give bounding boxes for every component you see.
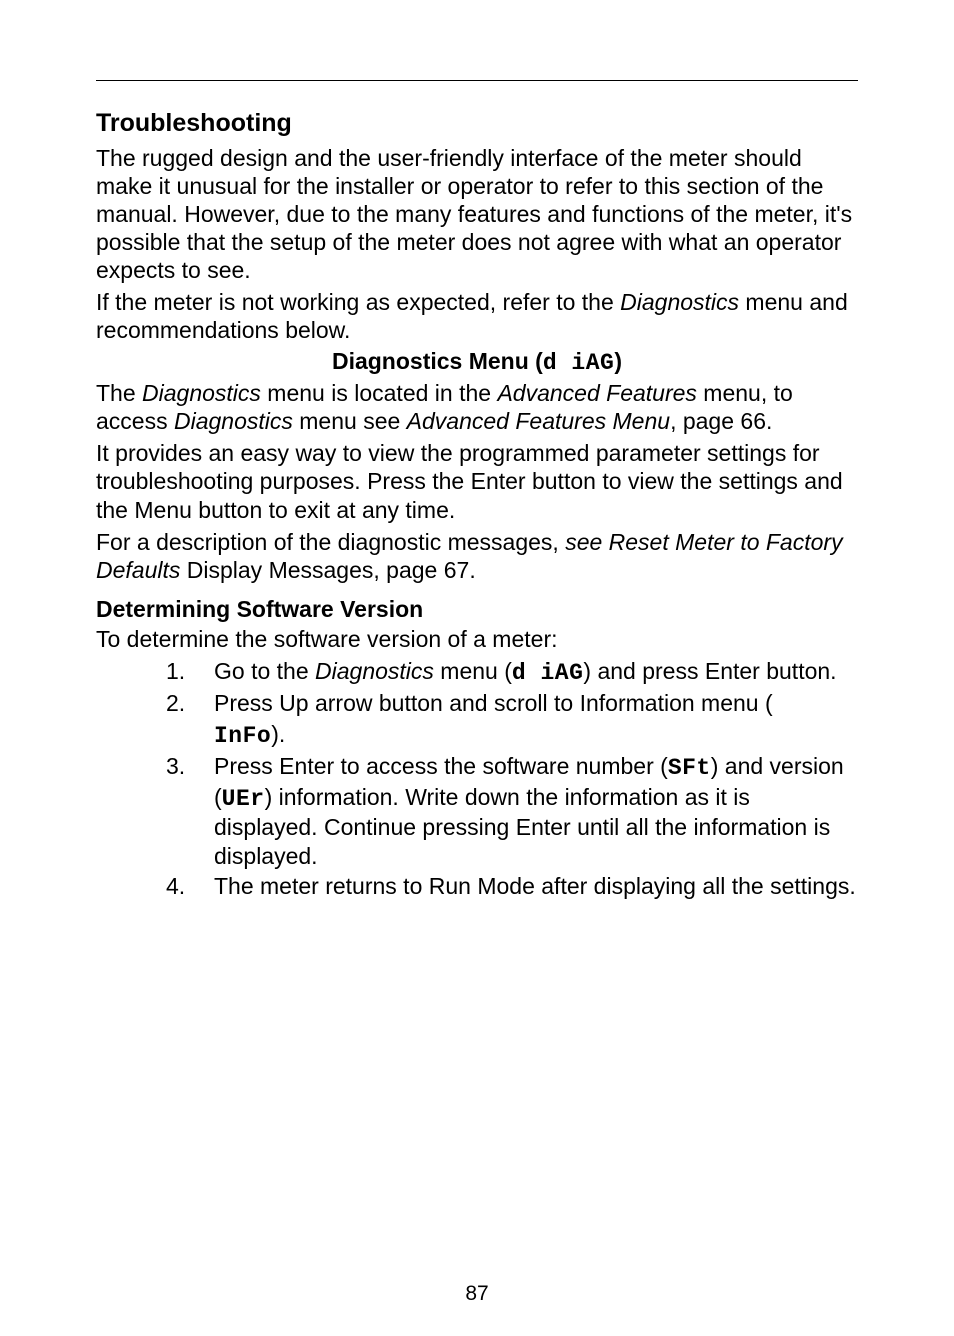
emphasis: Advanced Features (497, 380, 696, 406)
steps-list: 1. Go to the Diagnostics menu (d iAG) an… (96, 657, 858, 901)
text: , page 66. (670, 408, 772, 434)
paragraph-purpose: It provides an easy way to view the prog… (96, 439, 858, 523)
text: ) (614, 348, 622, 374)
seg-info: InFo (214, 723, 271, 749)
emphasis: Diagnostics (174, 408, 293, 434)
paragraph-desc: For a description of the diagnostic mess… (96, 528, 858, 584)
list-item: 1. Go to the Diagnostics menu (d iAG) an… (166, 657, 858, 688)
paragraph-refer: If the meter is not working as expected,… (96, 288, 858, 344)
text: For a description of the diagnostic mess… (96, 529, 565, 555)
seg-diag: d iAG (512, 660, 584, 686)
text: menu see (293, 408, 407, 434)
horizontal-rule (96, 80, 858, 81)
seg-uer: UEr (222, 786, 265, 812)
step-number: 3. (166, 752, 214, 781)
step-number: 1. (166, 657, 214, 686)
list-item: 3. Press Enter to access the software nu… (166, 752, 858, 870)
text: The (96, 380, 142, 406)
list-item: 4. The meter returns to Run Mode after d… (166, 872, 858, 901)
paragraph-location: The Diagnostics menu is located in the A… (96, 379, 858, 435)
text: ) information. Write down the informatio… (214, 784, 830, 869)
emphasis-diagnostics: Diagnostics (620, 289, 739, 315)
step-number: 4. (166, 872, 214, 901)
step-number: 2. (166, 689, 214, 718)
list-item: 2. Press Up arrow button and scroll to I… (166, 689, 858, 750)
text: If the meter is not working as expected,… (96, 289, 620, 315)
section-heading: Troubleshooting (96, 109, 858, 138)
diagnostics-menu-heading: Diagnostics Menu (d iAG) (96, 348, 858, 376)
text: ) and press Enter button. (583, 658, 836, 684)
step-body: Press Enter to access the software numbe… (214, 752, 858, 870)
emphasis: Advanced Features Menu (407, 408, 670, 434)
paragraph-intro: The rugged design and the user-friendly … (96, 144, 858, 284)
text: Press Enter to access the software numbe… (214, 753, 668, 779)
seg-diag: d iAG (543, 350, 615, 376)
emphasis: Diagnostics (315, 658, 434, 684)
step-body: The meter returns to Run Mode after disp… (214, 872, 858, 901)
text: Press Up arrow button and scroll to Info… (214, 690, 773, 716)
text: menu ( (434, 658, 512, 684)
paragraph-determine: To determine the software version of a m… (96, 625, 858, 653)
text: Diagnostics Menu ( (332, 348, 543, 374)
step-body: Go to the Diagnostics menu (d iAG) and p… (214, 657, 858, 688)
text: menu is located in the (261, 380, 498, 406)
emphasis: Diagnostics (142, 380, 261, 406)
software-version-heading: Determining Software Version (96, 596, 858, 623)
text: Display Messages, page 67. (180, 557, 475, 583)
text: ). (271, 721, 285, 747)
page-number: 87 (0, 1282, 954, 1306)
seg-sft: SFt (668, 755, 711, 781)
text: Go to the (214, 658, 315, 684)
step-body: Press Up arrow button and scroll to Info… (214, 689, 858, 750)
